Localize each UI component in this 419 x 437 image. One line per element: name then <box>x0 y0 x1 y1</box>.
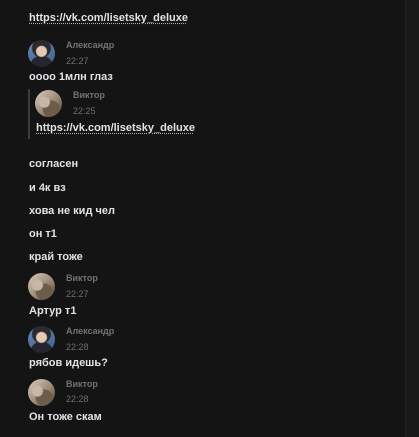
message-time: 22:28 <box>66 342 89 352</box>
quoted-message-time: 22:25 <box>73 106 96 116</box>
quoted-author-name[interactable]: Виктор <box>73 90 105 100</box>
message-text: рябов идешь? <box>29 357 108 369</box>
avatar[interactable] <box>28 326 55 353</box>
avatar[interactable] <box>28 273 55 300</box>
author-name[interactable]: Александр <box>66 326 114 336</box>
message-text: оооо 1млн глаз <box>29 71 113 83</box>
message-text: Артур т1 <box>29 305 77 317</box>
message-text: согласен <box>29 158 79 170</box>
chat-history: https://vk.com/lisetsky_deluxe Александр… <box>0 0 406 437</box>
avatar[interactable] <box>35 90 62 117</box>
quoted-link[interactable]: https://vk.com/lisetsky_deluxe <box>36 122 195 134</box>
message-time: 22:27 <box>66 56 89 66</box>
message-time: 22:28 <box>66 394 89 404</box>
quote-bar <box>28 89 30 139</box>
message-time: 22:27 <box>66 289 89 299</box>
avatar[interactable] <box>28 40 55 67</box>
scrollbar[interactable] <box>405 0 419 437</box>
author-name[interactable]: Виктор <box>66 379 98 389</box>
message-text: хова не кид чел <box>29 205 115 217</box>
author-name[interactable]: Александр <box>66 40 114 50</box>
message-text: он т1 <box>29 228 57 240</box>
message-text: Он тоже скам <box>29 411 102 423</box>
shared-link[interactable]: https://vk.com/lisetsky_deluxe <box>29 12 188 24</box>
avatar[interactable] <box>28 379 55 406</box>
message-text: и 4к вз <box>29 182 66 194</box>
message-text: край тоже <box>29 251 83 263</box>
author-name[interactable]: Виктор <box>66 273 98 283</box>
